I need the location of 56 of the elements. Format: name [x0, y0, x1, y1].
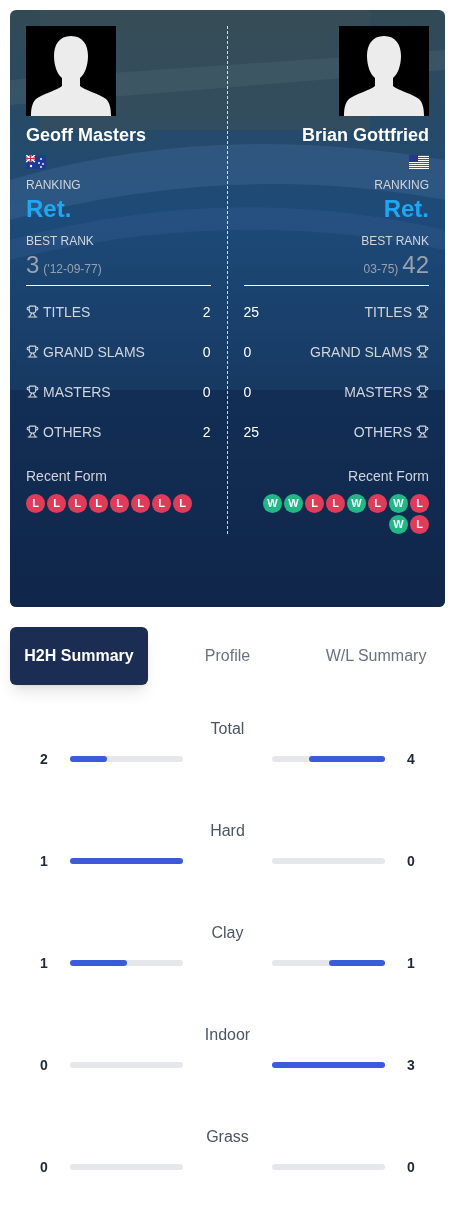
win-count: 1: [39, 852, 49, 871]
surface-label: Indoor: [204, 1025, 251, 1045]
best-rank-date: 03-75): [363, 260, 399, 277]
stat-label: MASTERS: [344, 382, 412, 402]
win-count: 0: [406, 852, 416, 871]
win-count: 0: [406, 1158, 416, 1177]
win-count: 1: [406, 954, 416, 973]
ranking-value: Ret.: [26, 193, 72, 224]
trophy-icon: [26, 305, 39, 318]
titles-value: 2: [202, 302, 211, 322]
trophy-icon: [416, 425, 429, 438]
stat-label: GRAND SLAMS: [310, 342, 412, 362]
stat-value: 0: [243, 382, 252, 402]
best-rank-value: 3: [26, 249, 40, 280]
player-name: Brian Gottfried: [302, 124, 429, 147]
trophy-icon: [26, 425, 39, 438]
best-rank-value: 42: [402, 249, 429, 280]
surface-label: Total: [210, 719, 245, 739]
trophy-icon: [416, 345, 429, 358]
stat-value: 0: [202, 342, 211, 362]
best-rank-label: BEST RANK: [361, 232, 429, 249]
stat-label: MASTERS: [43, 382, 111, 402]
recent-form-label: Recent Form: [26, 466, 107, 486]
trophy-icon: [416, 305, 429, 318]
trophy-icon: [416, 385, 429, 398]
ranking-label: RANKING: [26, 176, 81, 193]
titles-label: TITLES: [43, 302, 91, 322]
stat-label: OTHERS: [43, 422, 102, 442]
ranking-label: RANKING: [374, 176, 429, 193]
stat-label: OTHERS: [353, 422, 412, 442]
win-count: 4: [406, 750, 416, 769]
best-rank-label: BEST RANK: [26, 232, 94, 249]
titles-label: TITLES: [364, 302, 412, 322]
surface-label: Clay: [211, 923, 244, 943]
player-name: Geoff Masters: [26, 124, 147, 147]
win-count: 2: [39, 750, 49, 769]
stat-label: GRAND SLAMS: [43, 342, 145, 362]
trophy-icon: [26, 385, 39, 398]
tab[interactable]: W/L Summary: [307, 627, 445, 685]
best-rank-date: ('12-09-77): [43, 260, 102, 277]
win-count: 0: [39, 1056, 49, 1075]
win-count: 3: [406, 1056, 416, 1075]
stat-value: 2: [202, 422, 211, 442]
tab[interactable]: H2H Summary: [10, 627, 148, 685]
win-count: 0: [39, 1158, 49, 1177]
stat-value: 25: [243, 422, 260, 442]
titles-value: 25: [243, 302, 260, 322]
stat-value: 0: [243, 342, 252, 362]
surface-label: Grass: [206, 1127, 249, 1147]
surface-label: Hard: [210, 821, 245, 841]
win-count: 1: [39, 954, 49, 973]
stat-value: 0: [202, 382, 211, 402]
tab[interactable]: Profile: [158, 627, 297, 685]
recent-form-label: Recent Form: [348, 466, 429, 486]
trophy-icon: [26, 345, 39, 358]
ranking-value: Ret.: [383, 193, 429, 224]
